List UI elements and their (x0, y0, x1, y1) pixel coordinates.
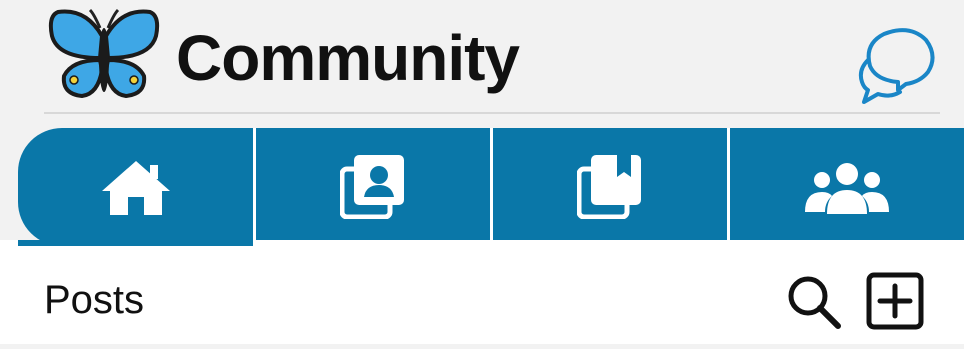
tab-bar (18, 128, 964, 246)
section-bottom-edge (0, 344, 964, 349)
search-icon[interactable] (786, 274, 844, 330)
tab-profiles[interactable] (256, 128, 490, 246)
users-group-icon (805, 163, 889, 214)
active-tab-indicator (18, 240, 253, 246)
header-divider (44, 112, 940, 114)
chat-bubbles-icon[interactable] (854, 26, 938, 104)
add-square-icon[interactable] (866, 272, 924, 330)
bookmark-cards-icon (577, 155, 641, 219)
butterfly-icon (48, 8, 160, 98)
profile-cards-icon (340, 155, 404, 219)
tab-home[interactable] (18, 128, 253, 246)
home-icon (101, 161, 170, 215)
tab-bookmarks[interactable] (493, 128, 727, 246)
app-header: Community (0, 0, 964, 112)
section-title: Posts (44, 278, 145, 322)
app-title: Community (176, 22, 520, 94)
tab-groups[interactable] (730, 128, 964, 246)
